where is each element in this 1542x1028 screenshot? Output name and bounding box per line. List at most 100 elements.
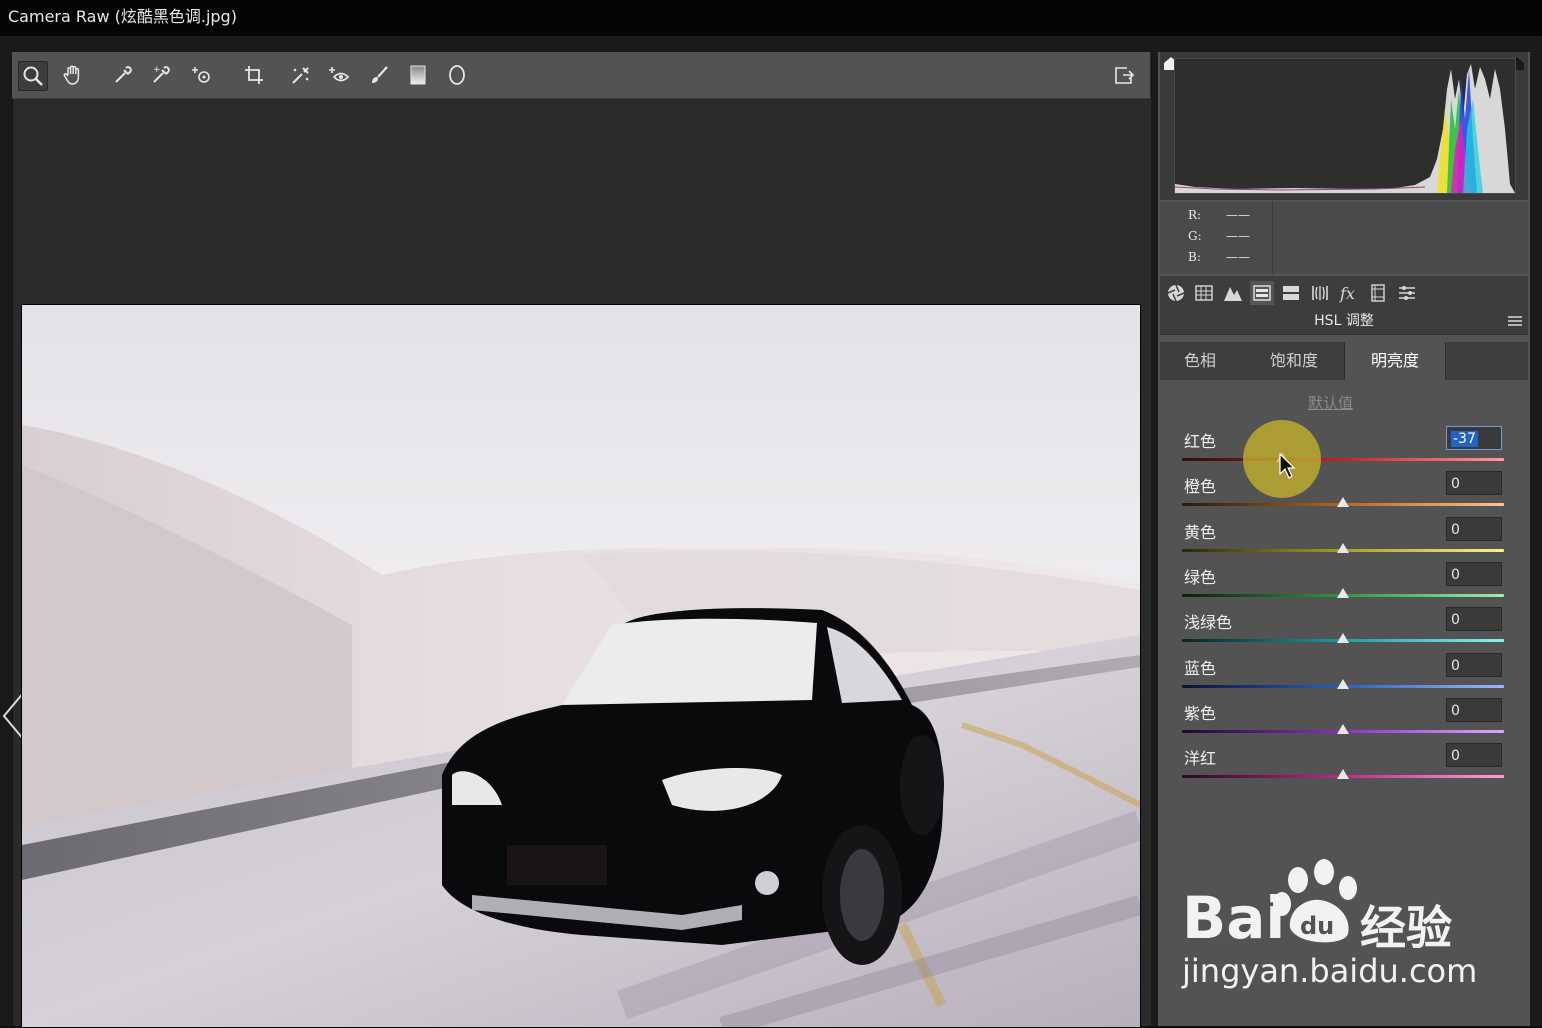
slider-label: 橙色 xyxy=(1184,477,1217,497)
tab-basic[interactable] xyxy=(1164,281,1188,305)
slider-value: 0 xyxy=(1451,657,1460,674)
spot-removal-icon xyxy=(292,67,309,84)
slider-label: 红色 xyxy=(1184,432,1217,451)
panel-header: HSL 调整 xyxy=(1160,310,1528,335)
lens-icon xyxy=(1312,286,1328,300)
spot-removal-tool-button[interactable] xyxy=(287,61,315,89)
hand-tool-button[interactable] xyxy=(59,61,87,89)
graduated-filter-tool-button[interactable] xyxy=(404,61,432,89)
tab-luminance[interactable]: 明亮度 xyxy=(1344,342,1446,380)
tab-effects[interactable]: fx xyxy=(1337,281,1361,305)
tab-detail[interactable] xyxy=(1221,281,1245,305)
white-balance-icon xyxy=(115,66,132,83)
panel-menu-icon[interactable] xyxy=(1508,315,1522,327)
watermark-du: du xyxy=(1300,912,1334,940)
slider-value: 0 xyxy=(1451,521,1460,538)
slider-value-field[interactable]: 0 xyxy=(1446,652,1502,677)
red-eye-tool-button[interactable] xyxy=(325,61,353,89)
slider-value-field[interactable]: 0 xyxy=(1446,561,1502,586)
slider-value-field[interactable]: 0 xyxy=(1446,697,1502,722)
slider-label: 紫色 xyxy=(1184,703,1217,723)
slider-value: 0 xyxy=(1451,476,1460,493)
slider-label: 黄色 xyxy=(1184,522,1217,542)
radial-filter-tool-button[interactable] xyxy=(443,61,471,89)
open-preferences-icon xyxy=(1115,67,1135,84)
slider-thumb[interactable] xyxy=(1337,587,1349,598)
tab-presets[interactable] xyxy=(1395,281,1419,305)
g-readout: G: —— xyxy=(1188,229,1250,243)
mountains-icon xyxy=(1224,287,1242,301)
slider-thumb[interactable] xyxy=(1337,542,1349,553)
panel-tab-strip: fx xyxy=(1160,276,1528,310)
slider-value: -37 xyxy=(1451,431,1478,447)
adjustment-brush-tool-button[interactable] xyxy=(365,61,393,89)
slider-value: 0 xyxy=(1451,612,1460,629)
graduated-filter-icon xyxy=(410,65,426,85)
preferences-button[interactable] xyxy=(1110,61,1138,89)
slider-thumb[interactable] xyxy=(1337,769,1349,780)
slider-thumb[interactable] xyxy=(1337,678,1349,689)
tab-saturation[interactable]: 饱和度 xyxy=(1246,342,1342,380)
tab-camera-calibration[interactable] xyxy=(1366,281,1390,305)
paw-logo-icon: du xyxy=(1273,859,1357,943)
target-adjust-icon xyxy=(192,67,210,83)
hsl-bands-icon xyxy=(1253,285,1271,301)
default-values-link[interactable]: 默认值 xyxy=(1308,392,1353,413)
split-toning-icon xyxy=(1283,286,1299,300)
svg-text:+: + xyxy=(153,65,161,75)
slider-label: 浅绿色 xyxy=(1184,613,1233,633)
slider-value-field[interactable]: 0 xyxy=(1446,516,1502,541)
mouse-pointer-icon xyxy=(1279,452,1296,479)
toolbar: + xyxy=(12,52,1150,99)
window-title: Camera Raw (炫酷黑色调.jpg) xyxy=(0,0,1542,36)
grid-curve-icon xyxy=(1195,285,1213,301)
slider-label: 蓝色 xyxy=(1184,658,1217,678)
radial-filter-icon xyxy=(449,65,465,85)
slider-value-field[interactable]: -37 xyxy=(1446,426,1502,450)
slider-value-field[interactable]: 0 xyxy=(1446,471,1502,496)
slider-value: 0 xyxy=(1451,566,1460,583)
tab-lens-corrections[interactable] xyxy=(1308,281,1332,305)
slider-label: 绿色 xyxy=(1184,567,1217,587)
slider-thumb[interactable] xyxy=(1337,633,1349,644)
histogram xyxy=(1160,52,1528,200)
crop-icon xyxy=(245,66,263,84)
crop-tool-button[interactable] xyxy=(240,61,268,89)
tab-tone-curve[interactable] xyxy=(1192,281,1216,305)
watermark-jingyan: 经验 xyxy=(1360,901,1452,955)
slider-value: 0 xyxy=(1451,702,1460,719)
r-label: R: xyxy=(1188,208,1202,222)
white-balance-tool-button[interactable] xyxy=(109,61,137,89)
slider-thumb[interactable] xyxy=(1337,723,1349,734)
r-value: —— xyxy=(1226,208,1250,222)
rgb-readout: R: —— G: —— B: —— xyxy=(1160,202,1528,274)
color-sampler-tool-button[interactable]: + xyxy=(147,61,175,89)
slider-label: 洋红 xyxy=(1184,749,1217,769)
zoom-tool-button[interactable] xyxy=(18,61,48,91)
slider-value-field[interactable]: 0 xyxy=(1446,607,1502,632)
slider-value-field[interactable]: 0 xyxy=(1446,743,1502,768)
sliders-icon xyxy=(1399,286,1415,300)
slider-value: 0 xyxy=(1451,748,1460,765)
b-readout: B: —— xyxy=(1188,250,1250,264)
g-label: G: xyxy=(1188,229,1202,243)
slider-track[interactable] xyxy=(1182,458,1504,461)
watermark-url: jingyan.baidu.com xyxy=(1182,952,1478,990)
b-label: B: xyxy=(1188,250,1201,264)
tab-split-toning[interactable] xyxy=(1279,281,1303,305)
histogram-graph xyxy=(1174,64,1515,193)
r-readout: R: —— xyxy=(1188,208,1250,222)
g-value: —— xyxy=(1226,229,1250,243)
tab-hue[interactable]: 色相 xyxy=(1160,342,1240,380)
aperture-icon xyxy=(1167,284,1185,302)
red-eye-icon xyxy=(329,67,350,82)
target-adjust-tool-button[interactable] xyxy=(187,61,215,89)
slider-thumb[interactable] xyxy=(1337,497,1349,508)
photo-preview xyxy=(21,304,1141,1028)
photo-image xyxy=(22,305,1140,1027)
adjustment-brush-icon xyxy=(372,66,388,83)
tab-hsl[interactable] xyxy=(1250,281,1274,305)
panel-title: HSL 调整 xyxy=(1314,313,1374,329)
fx-icon: fx xyxy=(1339,284,1355,303)
rgb-readout-box: R: —— G: —— B: —— xyxy=(1160,202,1273,274)
